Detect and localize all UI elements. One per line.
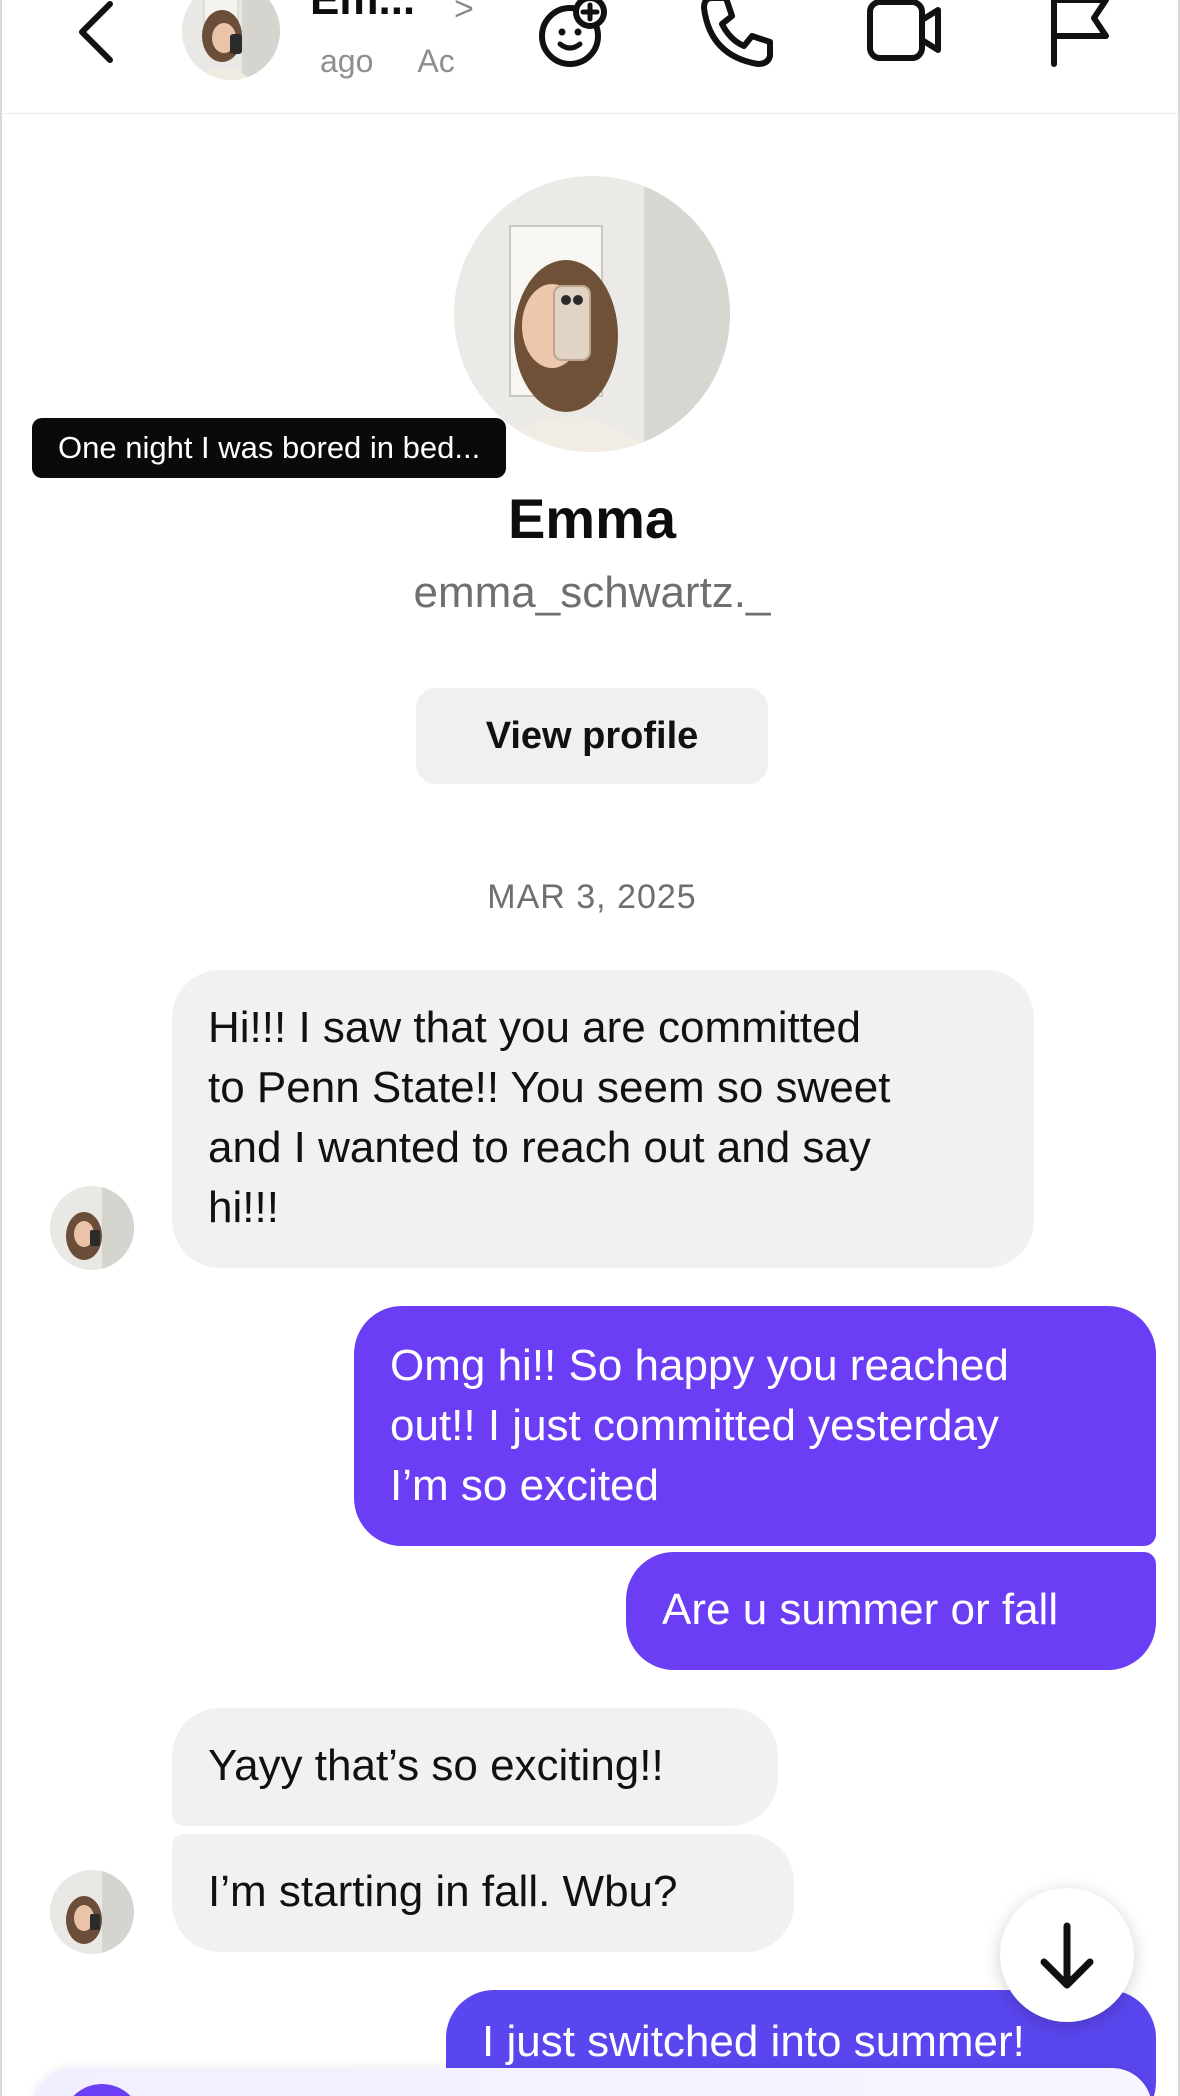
message-line: Omg hi!! So happy you reached xyxy=(390,1341,1009,1390)
message-bubble-sent[interactable]: Omg hi!! So happy you reached out!! I ju… xyxy=(354,1306,1156,1546)
video-caption: One night I was bored in bed... xyxy=(32,418,507,478)
message-line: out!! I just committed yesterday xyxy=(390,1401,999,1450)
sender-avatar[interactable] xyxy=(50,1186,134,1270)
message-line: Are u summer or fall xyxy=(662,1585,1059,1634)
profile-name: Emma xyxy=(507,487,677,550)
profile-avatar[interactable] xyxy=(454,176,730,452)
message-line: to Penn State!! You seem so sweet xyxy=(208,1063,891,1112)
arrow-down-icon xyxy=(1040,1922,1094,1989)
chat-header: Em... > ago Ac xyxy=(2,0,1178,114)
message-line: Hi!!! I saw that you are committed xyxy=(208,1003,861,1052)
message-bubble-received[interactable]: I’m starting in fall. Wbu? xyxy=(172,1834,794,1952)
message-line: Yayy that’s so exciting!! xyxy=(208,1741,664,1790)
message-bubble-received[interactable]: Hi!!! I saw that you are committed to Pe… xyxy=(172,970,1034,1268)
header-status: ago Ac xyxy=(320,44,470,79)
game-icon[interactable] xyxy=(536,0,616,70)
chat-screen: Em... > ago Ac xyxy=(0,0,1180,2096)
message-line: and I wanted to reach out and say xyxy=(208,1123,871,1172)
header-avatar[interactable] xyxy=(182,0,280,80)
chevron-right-icon: > xyxy=(454,0,474,28)
message-line: I’m starting in fall. Wbu? xyxy=(208,1867,678,1916)
phone-icon[interactable] xyxy=(698,0,778,70)
sender-avatar[interactable] xyxy=(50,1870,134,1954)
profile-handle: emma_schwartz._ xyxy=(413,568,771,617)
flag-icon[interactable] xyxy=(1040,0,1120,70)
message-line: hi!!! xyxy=(208,1183,279,1232)
view-profile-button[interactable]: View profile xyxy=(416,688,768,784)
message-bubble-sent[interactable]: Are u summer or fall xyxy=(626,1552,1156,1670)
date-separator: MAR 3, 2025 xyxy=(487,878,697,916)
camera-button[interactable] xyxy=(62,2084,142,2096)
video-call-icon[interactable] xyxy=(864,0,944,70)
message-line: I’m so excited xyxy=(390,1461,659,1510)
scroll-to-bottom-button[interactable] xyxy=(1000,1888,1134,2022)
message-composer[interactable] xyxy=(32,2068,1152,2096)
message-bubble-received[interactable]: Yayy that’s so exciting!! xyxy=(172,1708,778,1826)
header-contact-name[interactable]: Em... xyxy=(310,0,415,22)
back-arrow-icon[interactable] xyxy=(70,0,130,70)
header-status-right: Ac xyxy=(417,44,455,79)
header-status-left: ago xyxy=(320,44,374,79)
